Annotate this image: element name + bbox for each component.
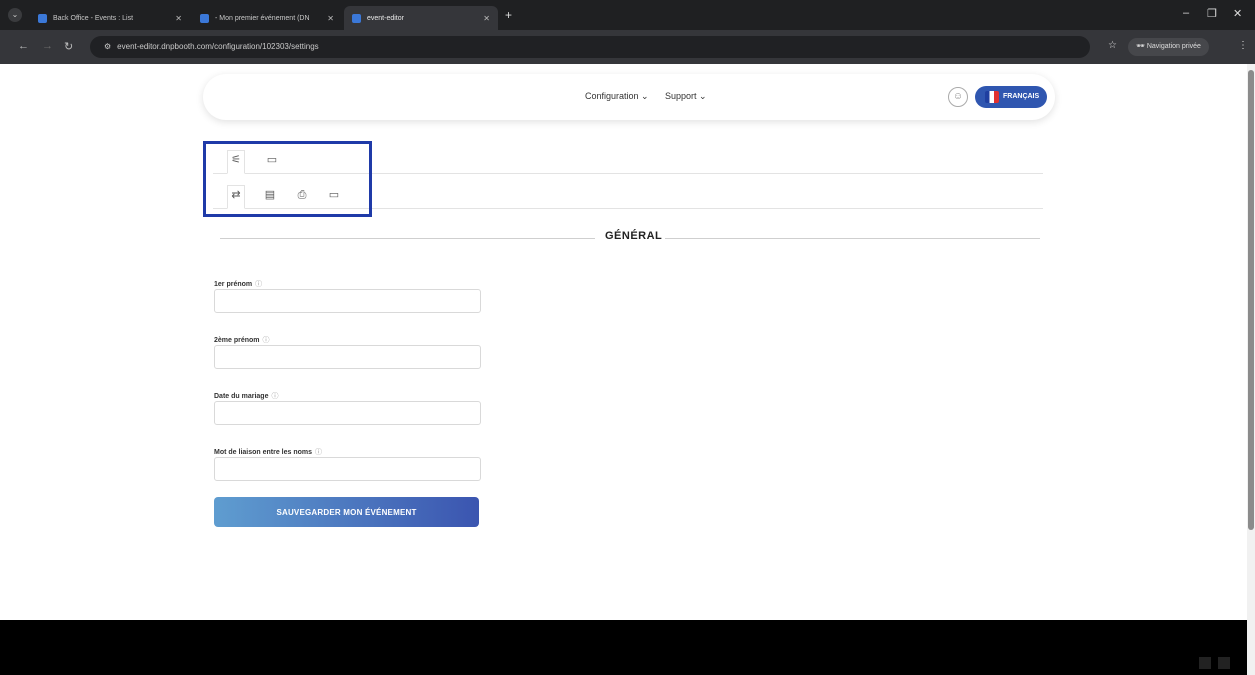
favicon-icon	[200, 13, 209, 23]
user-avatar-icon[interactable]: ☺	[948, 87, 968, 107]
tab-search-icon[interactable]: ⌄	[8, 8, 22, 22]
reload-icon[interactable]: ↻	[64, 40, 73, 53]
linking-word-input[interactable]	[214, 457, 481, 481]
page-footer	[0, 620, 1247, 675]
nav-support[interactable]: Support ⌄	[665, 91, 707, 102]
restore-icon[interactable]: ❐	[1207, 7, 1217, 20]
site-info-icon[interactable]: ⚙	[104, 42, 111, 51]
scroll-up-icon[interactable]	[1199, 657, 1211, 669]
second-name-input[interactable]	[214, 345, 481, 369]
incognito-icon: 🕶	[1136, 43, 1145, 50]
browser-toolbar: ← → ↻ ⚙ event-editor.dnpbooth.com/configu…	[0, 30, 1255, 94]
browser-tab-event[interactable]: - Mon premier événement (DN ✕	[192, 6, 342, 30]
tab-highlight-box	[203, 141, 372, 217]
top-navigation: Configuration ⌄ Support ⌄ ☺ FRANÇAIS	[203, 74, 1055, 120]
divider	[220, 238, 595, 239]
help-icon[interactable]: ⓘ	[315, 449, 322, 456]
field-label-second-name: 2ème prénom ⓘ	[214, 337, 270, 344]
private-mode-badge[interactable]: 🕶 Navigation privée	[1128, 38, 1209, 56]
help-icon[interactable]: ⓘ	[271, 393, 278, 400]
minimize-icon[interactable]: –	[1183, 7, 1189, 19]
close-window-icon[interactable]: ✕	[1233, 7, 1242, 20]
divider	[665, 238, 1040, 239]
scrollbar-thumb[interactable]	[1248, 70, 1254, 530]
help-icon[interactable]: ⓘ	[255, 281, 262, 288]
french-flag-icon	[985, 91, 999, 103]
new-tab-icon[interactable]: +	[505, 8, 512, 22]
bookmark-star-icon[interactable]: ☆	[1108, 40, 1117, 51]
field-label-first-name: 1er prénom ⓘ	[214, 281, 263, 288]
address-bar[interactable]: ⚙ event-editor.dnpbooth.com/configuration…	[90, 36, 1090, 58]
first-name-input[interactable]	[214, 289, 481, 313]
help-icon[interactable]: ⓘ	[263, 337, 270, 344]
browser-tab-back-office[interactable]: Back Office - Events : List ✕	[30, 6, 190, 30]
field-label-wedding-date: Date du mariage ⓘ	[214, 393, 279, 400]
section-title: GÉNÉRAL	[605, 230, 663, 242]
wedding-date-input[interactable]	[214, 401, 481, 425]
close-tab-icon[interactable]: ✕	[483, 14, 490, 23]
back-icon[interactable]: ←	[18, 40, 29, 52]
browser-tab-strip: ⌄ Back Office - Events : List ✕ - Mon pr…	[0, 0, 1255, 30]
browser-tab-event-editor[interactable]: event-editor ✕	[344, 6, 498, 30]
field-label-linking-word: Mot de liaison entre les noms ⓘ	[214, 449, 323, 456]
save-event-button[interactable]: SAUVEGARDER MON ÉVÉNEMENT	[214, 497, 479, 527]
favicon-icon	[352, 13, 361, 23]
section-header: GÉNÉRAL	[220, 230, 1040, 246]
browser-menu-icon[interactable]: ⋮	[1238, 40, 1248, 51]
forward-icon[interactable]: →	[42, 40, 53, 52]
favicon-icon	[38, 13, 47, 23]
close-tab-icon[interactable]: ✕	[175, 14, 182, 23]
close-tab-icon[interactable]: ✕	[327, 14, 334, 23]
scroll-down-icon[interactable]	[1218, 657, 1230, 669]
page-viewport: Configuration ⌄ Support ⌄ ☺ FRANÇAIS ⚟ ▭…	[0, 64, 1247, 620]
page-scrollbar[interactable]	[1247, 64, 1255, 675]
language-button[interactable]: FRANÇAIS	[975, 86, 1047, 108]
nav-configuration[interactable]: Configuration ⌄	[585, 91, 649, 102]
